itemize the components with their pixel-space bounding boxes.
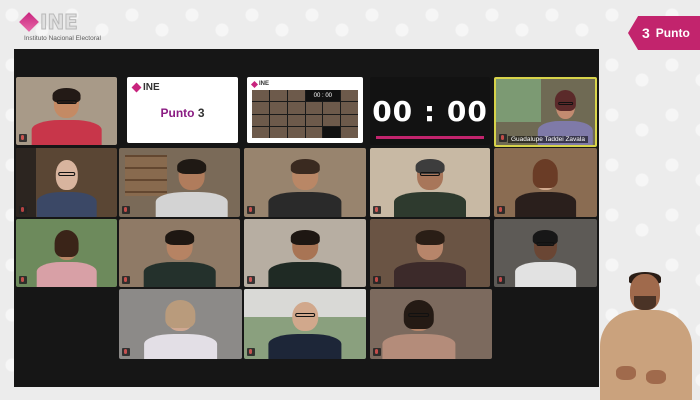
mic-icon (499, 134, 507, 142)
mini-timer: 00 : 00 (305, 90, 341, 102)
agenda-point-tag: 3 Punto (628, 16, 700, 50)
participant-name: Guadalupe Taddei Zavala (508, 136, 588, 143)
countdown-timer-tile: 00 : 00 (370, 77, 490, 145)
mic-muted-icon (19, 276, 27, 284)
participant-video-tile[interactable] (370, 219, 490, 287)
participant-video-tile[interactable] (370, 148, 490, 217)
mic-muted-icon (497, 276, 505, 284)
participant-video-tile[interactable] (119, 148, 240, 217)
participant-video-tile[interactable] (244, 148, 366, 217)
participant-video-tile[interactable] (16, 219, 117, 287)
mini-gallery-tile[interactable]: INE 00 : 00 (247, 77, 363, 143)
ine-diamond-icon (19, 12, 39, 32)
slide-logo-text: INE (143, 82, 160, 93)
video-gallery: INE Punto 3 INE 00 : 00 00 : 00 Guadalup… (14, 49, 599, 387)
participant-video-tile[interactable] (370, 289, 492, 359)
slide-logo: INE (131, 82, 160, 93)
ine-diamond-icon (250, 80, 259, 88)
mic-muted-icon (373, 276, 381, 284)
participant-video-tile[interactable] (494, 148, 597, 217)
mic-muted-icon (247, 276, 255, 284)
mini-logo-text: INE (259, 81, 270, 87)
slide-title-number: 3 (197, 106, 205, 120)
mic-muted-icon (122, 276, 130, 284)
timer-bar (376, 136, 484, 139)
presentation-slide-tile[interactable]: INE Punto 3 (127, 77, 238, 143)
mini-logo: INE (250, 80, 270, 88)
mic-muted-icon (247, 348, 255, 356)
mic-muted-icon (122, 206, 130, 214)
mic-muted-icon (122, 348, 130, 356)
slide-title: Punto 3 (160, 106, 204, 120)
participant-video-tile[interactable] (244, 289, 366, 359)
participant-video-tile[interactable] (244, 219, 366, 287)
slide-title-word: Punto (160, 106, 195, 120)
mic-muted-icon (373, 348, 381, 356)
mic-muted-icon (19, 206, 27, 214)
mini-gallery-grid: 00 : 00 (252, 90, 358, 138)
sign-language-interpreter (596, 272, 700, 400)
mic-muted-icon (497, 206, 505, 214)
countdown-timer: 00 : 00 (372, 94, 488, 128)
participant-video-tile[interactable] (16, 77, 117, 145)
mic-muted-icon (373, 206, 381, 214)
ine-diamond-icon (131, 82, 142, 93)
agenda-point-label: Punto (655, 26, 690, 40)
ine-logo-text: INE (40, 10, 79, 35)
ine-logo-subtitle: Instituto Nacional Electoral (24, 35, 101, 42)
participant-video-tile[interactable] (119, 289, 242, 359)
mic-muted-icon (19, 134, 27, 142)
participant-video-tile[interactable] (119, 219, 240, 287)
participant-video-tile[interactable] (16, 148, 117, 217)
featured-participant-tile[interactable]: Guadalupe Taddei Zavala (494, 77, 597, 147)
mic-muted-icon (247, 206, 255, 214)
agenda-point-number: 3 (642, 25, 650, 41)
participant-video-tile[interactable] (494, 219, 597, 287)
ine-logo: INE Instituto Nacional Electoral (19, 10, 142, 44)
